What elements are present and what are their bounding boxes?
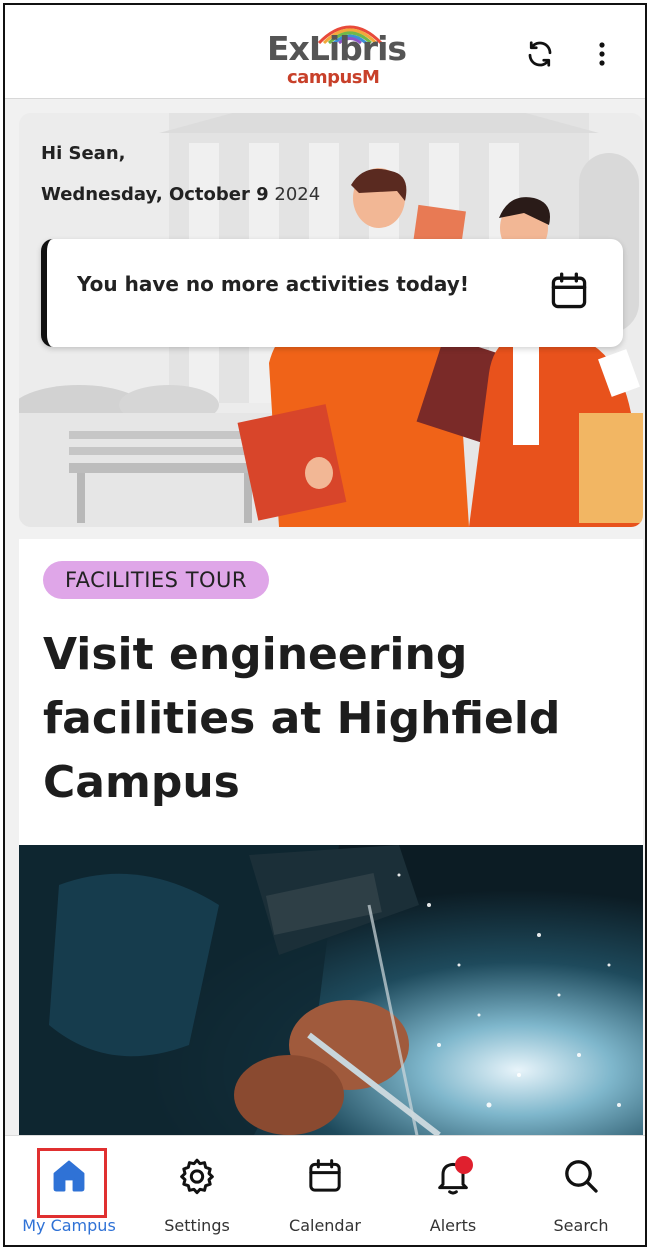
nav-label: Search <box>553 1216 609 1235</box>
nav-label: Calendar <box>289 1216 361 1235</box>
home-icon <box>49 1156 89 1196</box>
category-tag: FACILITIES TOUR <box>43 561 270 599</box>
greeting-date: Wednesday, October 9 2024 <box>41 184 320 205</box>
search-icon <box>561 1156 601 1196</box>
feature-card[interactable]: FACILITIES TOUR Visit engineering facili… <box>19 539 643 1139</box>
feature-title[interactable]: Visit engineering facilities at Highfiel… <box>43 623 623 815</box>
welding-photo <box>19 845 643 1139</box>
more-vertical-icon <box>599 42 605 66</box>
nav-item-search[interactable]: Search <box>517 1136 645 1245</box>
nav-label: Settings <box>164 1216 230 1235</box>
more-options-button[interactable] <box>585 37 619 71</box>
nav-item-my-campus[interactable]: My Campus <box>5 1136 133 1245</box>
nav-item-settings[interactable]: Settings <box>133 1136 261 1245</box>
app-header: ExLibris campusM <box>5 5 645 99</box>
nav-label: Alerts <box>429 1216 477 1235</box>
gear-icon <box>177 1156 217 1196</box>
refresh-icon <box>528 41 552 67</box>
greeting-banner: Hi Sean, Wednesday, October 9 2024 You h… <box>19 113 643 527</box>
nav-item-alerts[interactable]: Alerts <box>389 1136 517 1245</box>
bottom-navigation: My Campus Settings Calendar Alerts Searc… <box>5 1135 645 1245</box>
greeting-name: Hi Sean, <box>41 143 126 164</box>
app-screen: ExLibris campusM Hi Sean, Wednesday, Oct… <box>3 3 647 1247</box>
bell-icon <box>433 1156 473 1196</box>
nav-label: My Campus <box>22 1216 116 1235</box>
activity-message: You have no more activities today! <box>77 272 469 296</box>
nav-item-calendar[interactable]: Calendar <box>261 1136 389 1245</box>
logo-subtext: campusM <box>287 67 380 88</box>
alert-badge <box>455 1156 473 1174</box>
greeting-weekday-date: Wednesday, October 9 <box>41 184 269 205</box>
greeting-year: 2024 <box>274 184 321 205</box>
calendar-icon <box>305 1156 345 1196</box>
refresh-button[interactable] <box>523 37 557 71</box>
activity-card[interactable]: You have no more activities today! <box>41 239 623 347</box>
logo-text: ExLibris <box>267 29 407 68</box>
calendar-icon <box>551 272 587 309</box>
